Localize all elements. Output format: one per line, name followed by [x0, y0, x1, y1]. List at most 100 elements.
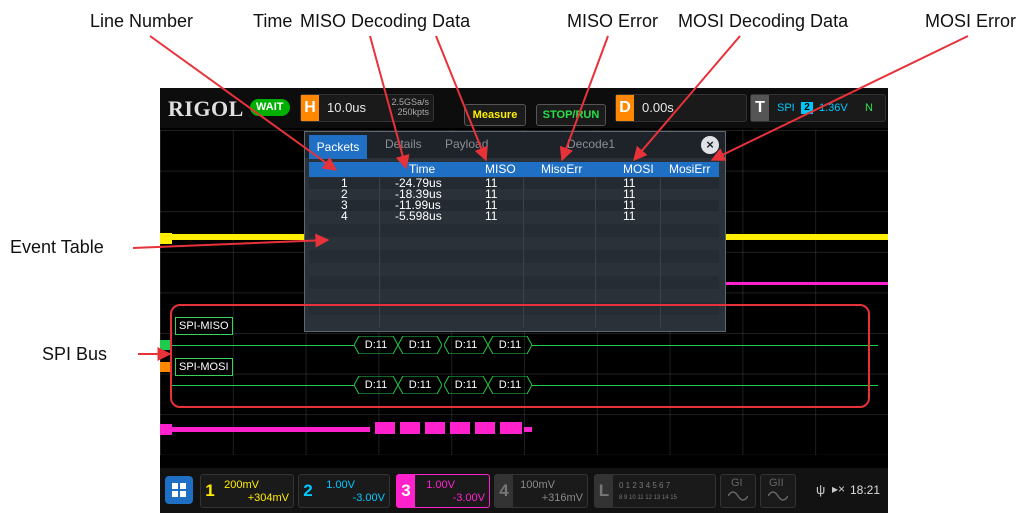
channel-4-number: 4 [495, 475, 513, 507]
horizontal-badge: H [301, 95, 319, 121]
ch3-trace-tail [524, 427, 532, 432]
mosi-decode-value: D:11 [364, 379, 388, 391]
system-clock: 18:21 [849, 483, 880, 497]
empty-row [309, 289, 719, 302]
trigger-mode: N [865, 102, 873, 114]
ch3-burst-6 [500, 422, 522, 434]
run-status-badge: WAIT [250, 99, 290, 116]
ch3-burst-1 [375, 422, 395, 434]
decode-window-title: Decode1 [567, 137, 616, 151]
logic-analyzer-settings[interactable]: L 0 1 2 3 4 5 6 7 8 9 10 11 12 13 14 15 [594, 474, 716, 508]
channel-2-offset: -3.00V [352, 492, 385, 504]
annotation-miso-error: MISO Error [567, 11, 659, 31]
logic-channels-bottom: 8 9 10 11 12 13 14 15 [619, 495, 677, 501]
oscilloscope-screen: RIGOL WAIT H 10.0us 2.5GSa/s 250kpts Mea… [160, 88, 888, 513]
table-row[interactable]: 2 -18.39us 11 11 [309, 188, 719, 200]
empty-row [309, 276, 719, 289]
tab-packets[interactable]: Packets [309, 135, 367, 159]
channel-2-number: 2 [303, 481, 313, 500]
mosi-decode-frame[interactable]: D:11 [398, 376, 442, 394]
ch1-marker-icon[interactable] [160, 233, 172, 244]
sine-wave-icon [768, 491, 788, 501]
col-miso: MISO [485, 162, 516, 176]
sine-wave-icon [728, 491, 748, 501]
row-number: 4 [341, 209, 348, 223]
annotation-mosi-error: MOSI Error [925, 11, 1017, 31]
channel-bar: 1 200mV +304mV 2 1.00V -3.00V 3 1.00V -3… [160, 468, 888, 513]
channel-4-settings[interactable]: 4 100mV +316mV [494, 474, 588, 508]
miso-decode-value: D:11 [364, 339, 388, 351]
channel-2-settings[interactable]: 2 1.00V -3.00V [298, 474, 390, 508]
tab-payload[interactable]: Payload [445, 137, 488, 151]
empty-row [309, 237, 719, 250]
ch1-trace [172, 234, 306, 240]
miso-decode-value: D:11 [454, 339, 478, 351]
annotation-time: Time [253, 11, 293, 31]
mosi-decode-value: D:11 [498, 379, 522, 391]
channel-3-scale: 1.00V [426, 479, 455, 491]
mosi-decode-value: D:11 [408, 379, 432, 391]
annotation-spi-bus: SPI Bus [42, 344, 108, 364]
spi-miso-marker-icon [160, 340, 170, 350]
ch3-trace [172, 427, 370, 432]
generator-1-button[interactable]: GI [720, 474, 756, 508]
empty-row [309, 224, 719, 237]
miso-decode-value: D:11 [498, 339, 522, 351]
generator-2-button[interactable]: GII [760, 474, 796, 508]
empty-row [309, 250, 719, 263]
home-menu-icon[interactable] [165, 476, 193, 504]
empty-row [309, 263, 719, 276]
miso-decode-frame[interactable]: D:11 [354, 336, 398, 354]
table-row[interactable]: 4 -5.598us 11 11 [309, 209, 719, 223]
ch3-burst-3 [425, 422, 445, 434]
measure-button[interactable]: Measure [464, 104, 526, 126]
decode-event-table-window[interactable]: Packets Details Payload Decode1 × Time M… [304, 131, 726, 332]
row-miso: 11 [485, 209, 498, 223]
stop-run-button[interactable]: STOP/RUN [536, 104, 606, 126]
table-row[interactable]: 1 -24.79us 11 11 [309, 177, 719, 189]
logic-analyzer-label: L [595, 475, 613, 507]
annotation-mosi-decoding-data: MOSI Decoding Data [678, 11, 849, 31]
delay-badge: D [616, 95, 634, 121]
channel-3-number: 3 [397, 475, 415, 507]
channel-3-offset: -3.00V [452, 492, 485, 504]
mosi-decode-frame[interactable]: D:11 [444, 376, 488, 394]
table-header: Time MISO MisoErr MOSI MosiErr [309, 162, 719, 177]
logic-channels-top: 0 1 2 3 4 5 6 7 [619, 481, 671, 490]
channel-1-settings[interactable]: 1 200mV +304mV [200, 474, 294, 508]
table-row[interactable]: 3 -11.99us 11 11 [309, 199, 719, 211]
ch3-burst-2 [400, 422, 420, 434]
horizontal-delay[interactable]: D 0.00s [615, 94, 747, 122]
rigol-logo: RIGOL [168, 96, 244, 121]
horizontal-scale-value: 10.0us [327, 100, 367, 115]
delay-value: 0.00s [642, 100, 674, 115]
memory-depth: 250kpts [397, 107, 429, 117]
ch3-burst-5 [475, 422, 495, 434]
decode-tabs: Packets Details Payload Decode1 × [305, 132, 725, 159]
miso-decode-frame[interactable]: D:11 [398, 336, 442, 354]
mosi-decode-frame[interactable]: D:11 [488, 376, 532, 394]
mosi-decode-frame[interactable]: D:11 [354, 376, 398, 394]
row-time: -5.598us [395, 209, 442, 223]
ch3-marker-icon[interactable] [160, 424, 172, 435]
miso-decode-frame[interactable]: D:11 [488, 336, 532, 354]
row-mosi: 11 [623, 209, 636, 223]
usb-icon: ψ [816, 482, 826, 497]
spi-miso-label: SPI-MISO [175, 317, 233, 335]
ch3-burst-4 [450, 422, 470, 434]
trigger-settings[interactable]: T SPI 2 1.36V N [750, 94, 886, 122]
close-icon[interactable]: × [701, 136, 719, 154]
tab-details[interactable]: Details [385, 137, 422, 151]
annotation-line-number: Line Number [90, 11, 194, 31]
horizontal-timebase[interactable]: H 10.0us 2.5GSa/s 250kpts [300, 94, 434, 122]
miso-decode-value: D:11 [408, 339, 432, 351]
generator-1-label: GI [731, 477, 743, 489]
ch1-trace-right [725, 234, 888, 240]
miso-decode-frame[interactable]: D:11 [444, 336, 488, 354]
speaker-muted-icon[interactable]: ▸× [832, 482, 845, 496]
generator-2-label: GII [769, 477, 784, 489]
channel-3-settings[interactable]: 3 1.00V -3.00V [396, 474, 490, 508]
channel-1-scale: 200mV [224, 479, 259, 491]
col-miso-err: MisoErr [541, 162, 583, 176]
top-status-bar: RIGOL WAIT H 10.0us 2.5GSa/s 250kpts Mea… [160, 88, 888, 128]
